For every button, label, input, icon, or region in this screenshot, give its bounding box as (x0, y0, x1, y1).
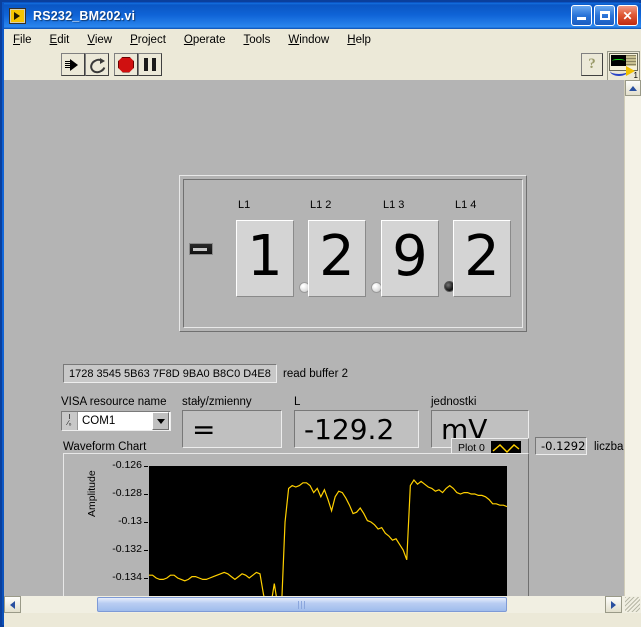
visa-resource-combo[interactable]: I ∕₀ COM1 (61, 411, 171, 431)
digit-display-4[interactable]: 2 (453, 220, 511, 297)
waveform-trace (149, 478, 508, 610)
stop-icon (118, 56, 134, 73)
minimize-button[interactable] (571, 5, 592, 26)
mode-label: stały/zmienny (182, 396, 252, 408)
menu-help[interactable]: Help (338, 32, 380, 48)
digit-group-3: L1 3 9 (381, 199, 439, 297)
y-axis-tick-label: -0.126 (112, 459, 142, 471)
chevron-down-icon[interactable] (152, 412, 169, 430)
context-help-button[interactable]: ? (581, 53, 603, 76)
abort-button[interactable] (114, 53, 138, 76)
y-axis-title: Amplitude (86, 470, 98, 517)
run-arrow-icon (65, 58, 81, 71)
horizontal-scrollbar[interactable] (4, 596, 641, 613)
menu-edit[interactable]: Edit (41, 32, 79, 48)
digit-group-1: L1 1 (236, 199, 294, 297)
plot-area (149, 466, 508, 613)
y-axis-tick-label: -0.132 (112, 543, 142, 555)
front-panel: L1 1 L1 2 2 L1 3 9 L1 4 2 1728 3545 5B63… (4, 80, 625, 613)
read-buffer-label: read buffer 2 (283, 368, 349, 380)
scroll-left-button[interactable] (4, 596, 21, 613)
digit-label-2: L1 2 (310, 199, 332, 211)
vi-toolbar: ? 1 (4, 50, 641, 81)
window-controls: ✕ (571, 5, 638, 26)
measurement-value: -129.2 (304, 412, 395, 446)
digit-value-1: 1 (247, 223, 283, 289)
maximize-button[interactable] (594, 5, 615, 26)
title-bar: RS232_BM202.vi ✕ (4, 3, 641, 29)
menu-view[interactable]: View (78, 32, 121, 48)
menu-operate[interactable]: Operate (175, 32, 235, 48)
chart-title: Waveform Chart (63, 441, 147, 453)
number-value: -0.1292 (541, 439, 586, 453)
y-axis-tick-label: -0.128 (112, 487, 142, 499)
vi-title-icon (9, 8, 26, 24)
digit-group-4: L1 4 2 (453, 199, 511, 297)
visa-resource-value: COM1 (82, 415, 116, 427)
units-label: jednostki (431, 396, 477, 408)
digit-group-2: L1 2 2 (308, 199, 366, 297)
run-continuously-button[interactable] (85, 53, 109, 76)
menu-tools[interactable]: Tools (234, 32, 279, 48)
digit-display-3[interactable]: 9 (381, 220, 439, 297)
y-axis-tick-label: -0.134 (112, 571, 142, 583)
mode-indicator[interactable]: = (182, 410, 282, 448)
menu-project[interactable]: Project (121, 32, 175, 48)
vertical-scroll-track[interactable] (625, 96, 641, 597)
digit-display-2[interactable]: 2 (308, 220, 366, 297)
pause-icon (144, 58, 156, 71)
y-axis-tick (144, 550, 148, 551)
scroll-right-button[interactable] (605, 596, 622, 613)
visa-resource-label: VISA resource name (61, 396, 167, 408)
digit-label-1: L1 (238, 199, 251, 211)
digit-label-4: L1 4 (455, 199, 477, 211)
window-title: RS232_BM202.vi (33, 9, 136, 23)
loop-icon (89, 57, 105, 72)
read-buffer-indicator[interactable]: 1728 3545 5B63 7F8D 9BA0 B8C0 D4E8 (63, 364, 277, 383)
close-button[interactable]: ✕ (617, 5, 638, 26)
mode-value: = (192, 412, 216, 446)
question-mark-icon: ? (588, 56, 596, 72)
read-buffer-value: 1728 3545 5B63 7F8D 9BA0 B8C0 D4E8 (69, 367, 271, 380)
number-indicator[interactable]: -0.1292 (535, 437, 587, 455)
measurement-label: L (294, 396, 301, 408)
window-resize-grip[interactable] (625, 597, 640, 612)
digit-label-3: L1 3 (383, 199, 405, 211)
sign-indicator (189, 243, 213, 255)
y-axis-tick (144, 466, 148, 467)
digit-value-3: 9 (392, 223, 428, 289)
number-label: liczba (594, 441, 624, 453)
run-button[interactable] (61, 53, 85, 76)
measurement-indicator[interactable]: -129.2 (294, 410, 419, 448)
client-area: File Edit View Project Operate Tools Win… (4, 29, 641, 627)
pause-button[interactable] (138, 53, 162, 76)
run-controls (61, 53, 162, 76)
labview-window: RS232_BM202.vi ✕ File Edit View Project … (0, 0, 641, 627)
vi-connector-icon[interactable]: 1 (607, 51, 640, 81)
connector-number: 1 (633, 71, 638, 80)
y-axis-tick (144, 494, 148, 495)
digit-value-2: 2 (319, 223, 355, 289)
menu-window[interactable]: Window (279, 32, 338, 48)
horizontal-scroll-thumb[interactable] (97, 597, 507, 612)
y-axis-tick (144, 522, 148, 523)
scroll-up-button[interactable] (625, 80, 641, 96)
io-glyph-icon: I ∕₀ (62, 412, 78, 430)
digit-display-1[interactable]: 1 (236, 220, 294, 297)
menu-bar: File Edit View Project Operate Tools Win… (4, 29, 641, 51)
y-axis-tick-label: -0.13 (118, 515, 142, 527)
y-axis-tick (144, 578, 148, 579)
menu-file[interactable]: File (4, 32, 41, 48)
digit-value-4: 2 (464, 223, 500, 289)
vertical-scrollbar[interactable] (624, 80, 641, 613)
